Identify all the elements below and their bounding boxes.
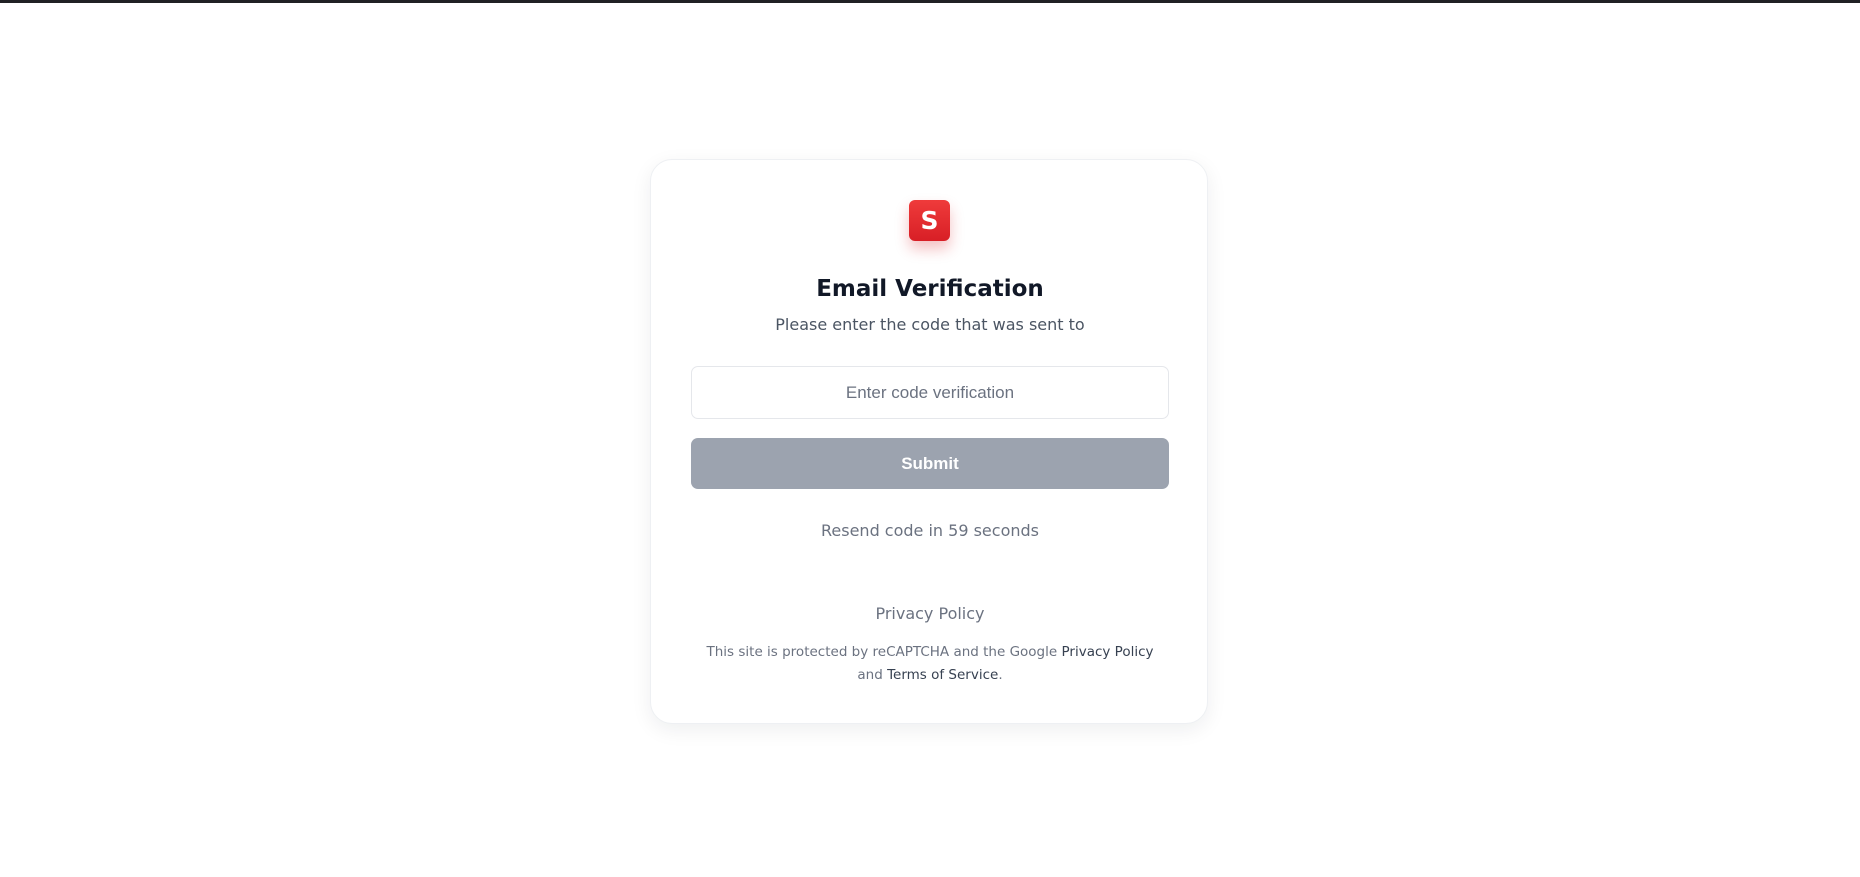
page-title: Email Verification [816, 276, 1044, 302]
submit-button[interactable]: Submit [691, 438, 1169, 489]
recaptcha-notice-text: This site is protected by reCAPTCHA and … [706, 644, 1058, 660]
subtitle: Please enter the code that was sent to [775, 315, 1085, 334]
verification-code-input[interactable] [691, 366, 1169, 419]
app-logo: S [909, 200, 950, 241]
recaptcha-privacy-link[interactable]: Privacy Policy [1062, 644, 1154, 660]
recaptcha-terms-link[interactable]: Terms of Service [887, 667, 998, 683]
privacy-policy-link[interactable]: Privacy Policy [875, 604, 984, 623]
recaptcha-and-text: and [857, 667, 883, 683]
window-top-border [0, 0, 1860, 3]
recaptcha-notice: This site is protected by reCAPTCHA and … [691, 641, 1169, 687]
resend-countdown: Resend code in 59 seconds [821, 521, 1039, 540]
verification-card: S Email Verification Please enter the co… [650, 159, 1208, 724]
privacy-policy-row: Privacy Policy [651, 603, 1209, 625]
recaptcha-period: . [998, 667, 1003, 683]
